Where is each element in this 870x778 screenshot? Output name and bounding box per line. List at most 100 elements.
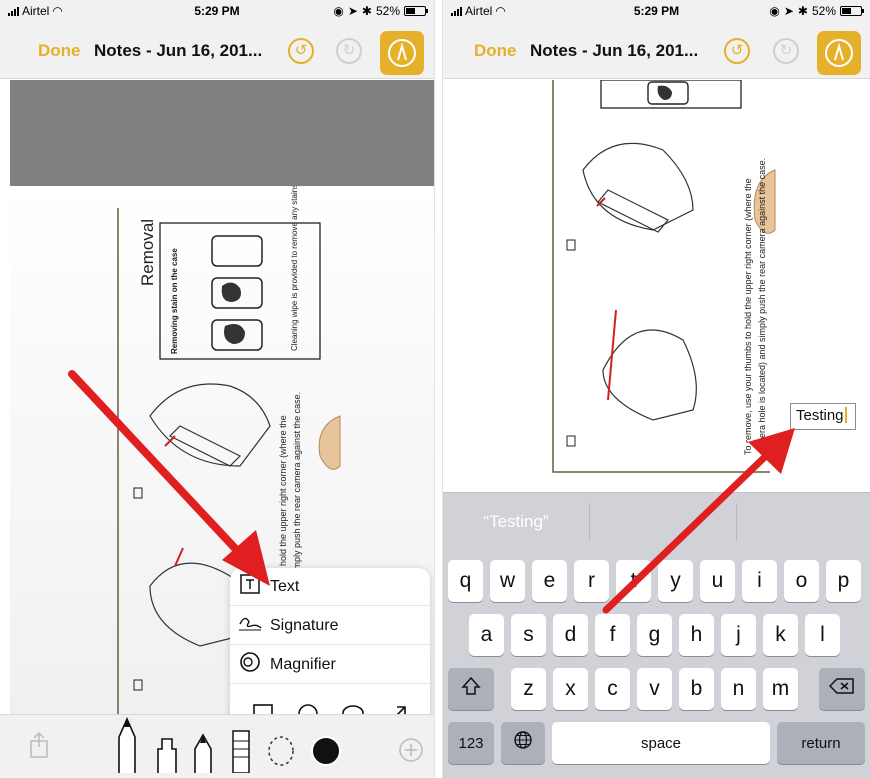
key-v[interactable]: v xyxy=(637,668,672,710)
text-caret xyxy=(844,407,847,423)
return-key[interactable]: return xyxy=(777,722,865,764)
bluetooth-icon: ✱ xyxy=(797,4,808,18)
key-d[interactable]: d xyxy=(553,614,588,656)
key-n[interactable]: n xyxy=(721,668,756,710)
key-a[interactable]: a xyxy=(469,614,504,656)
lasso-icon[interactable] xyxy=(266,735,296,772)
key-t[interactable]: t xyxy=(616,560,651,602)
key-h[interactable]: h xyxy=(679,614,714,656)
battery-icon xyxy=(404,6,428,16)
markup-toolbar xyxy=(0,714,434,778)
delete-key[interactable] xyxy=(819,668,865,710)
doc-instruction-line2: simply push the rear camera against the … xyxy=(292,391,302,576)
redo-icon[interactable]: ↻ xyxy=(336,38,362,64)
left-screenshot: Airtel ◠ 5:29 PM ◉ ➤ ✱ 52% Done Notes - … xyxy=(0,0,434,778)
navigation-bar: Done Notes - Jun 16, 201... ↺ ↻ xyxy=(443,22,870,79)
key-s[interactable]: s xyxy=(511,614,546,656)
shift-icon xyxy=(461,676,481,702)
page-gutter xyxy=(10,80,434,186)
key-j[interactable]: j xyxy=(721,614,756,656)
undo-icon[interactable]: ↺ xyxy=(724,38,750,64)
location-icon: ➤ xyxy=(347,4,358,18)
done-button[interactable]: Done xyxy=(38,41,81,61)
menu-item-magnifier[interactable]: Magnifier xyxy=(230,646,430,684)
status-bar: Airtel ◠ 5:29 PM ◉ ➤ ✱ 52% xyxy=(443,0,870,22)
bluetooth-icon: ✱ xyxy=(361,4,372,18)
share-icon[interactable] xyxy=(28,731,50,764)
markup-pen-icon xyxy=(825,39,853,67)
suggestion-empty-1[interactable] xyxy=(590,493,736,551)
numbers-key[interactable]: 123 xyxy=(448,722,494,764)
rotated-manual-page xyxy=(552,80,776,473)
right-screenshot: Airtel ◠ 5:29 PM ◉ ➤ ✱ 52% Done Notes - … xyxy=(443,0,870,778)
key-g[interactable]: g xyxy=(637,614,672,656)
shift-key[interactable] xyxy=(448,668,494,710)
text-box-icon xyxy=(230,573,270,600)
key-f[interactable]: f xyxy=(595,614,630,656)
key-c[interactable]: c xyxy=(595,668,630,710)
add-icon[interactable] xyxy=(398,737,424,768)
magnifier-icon xyxy=(230,650,270,679)
pen-icon[interactable] xyxy=(115,715,139,778)
note-title: Notes - Jun 16, 201... xyxy=(94,41,263,60)
status-bar: Airtel ◠ 5:29 PM ◉ ➤ ✱ 52% xyxy=(0,0,434,22)
undo-icon[interactable]: ↺ xyxy=(288,38,314,64)
redo-icon[interactable]: ↻ xyxy=(773,38,799,64)
document-canvas[interactable]: To remove, use your thumbs to hold the u… xyxy=(443,80,870,492)
battery-icon xyxy=(840,6,864,16)
text-annotation-value: Testing xyxy=(796,407,844,424)
doc-caption-title: Removing stain on the case xyxy=(170,248,179,354)
done-button[interactable]: Done xyxy=(474,41,517,61)
space-key[interactable]: space xyxy=(552,722,770,764)
key-r[interactable]: r xyxy=(574,560,609,602)
doc-instruction-line2: camera hole is located) and simply push … xyxy=(757,157,767,455)
divider xyxy=(434,0,443,778)
key-u[interactable]: u xyxy=(700,560,735,602)
globe-key[interactable] xyxy=(501,722,545,764)
signature-icon xyxy=(230,612,270,639)
suggestion-empty-2[interactable] xyxy=(737,493,870,551)
key-x[interactable]: x xyxy=(553,668,588,710)
key-l[interactable]: l xyxy=(805,614,840,656)
key-p[interactable]: p xyxy=(826,560,861,602)
battery-fill xyxy=(842,8,851,14)
markup-pen-icon xyxy=(388,39,416,67)
text-annotation-box[interactable]: Testing xyxy=(790,403,856,430)
menu-item-signature-label: Signature xyxy=(270,616,339,634)
menu-item-text-label: Text xyxy=(270,577,300,595)
battery-fill xyxy=(406,8,415,14)
location-icon: ➤ xyxy=(783,4,794,18)
markup-button[interactable] xyxy=(817,31,861,75)
key-y[interactable]: y xyxy=(658,560,693,602)
note-title: Notes - Jun 16, 201... xyxy=(530,41,699,60)
eraser-icon[interactable] xyxy=(231,729,251,778)
key-z[interactable]: z xyxy=(511,668,546,710)
key-m[interactable]: m xyxy=(763,668,798,710)
battery-percent: 52% xyxy=(375,4,400,18)
key-e[interactable]: e xyxy=(532,560,567,602)
doc-instruction-line1: to hold the upper right corner (where th… xyxy=(278,415,288,576)
key-o[interactable]: o xyxy=(784,560,819,602)
markup-button[interactable] xyxy=(380,31,424,75)
menu-item-text[interactable]: Text xyxy=(230,568,430,606)
key-k[interactable]: k xyxy=(763,614,798,656)
keyboard: q w e r t y u i o p a s d f g h j k l z … xyxy=(443,550,870,778)
menu-item-signature[interactable]: Signature xyxy=(230,607,430,645)
doc-heading: Removal xyxy=(138,218,157,286)
status-right: ◉ ➤ ✱ 52% xyxy=(333,4,428,18)
key-w[interactable]: w xyxy=(490,560,525,602)
globe-icon xyxy=(513,730,533,756)
color-black-icon[interactable] xyxy=(310,735,342,772)
orientation-lock-icon: ◉ xyxy=(333,4,344,18)
pencil-icon[interactable] xyxy=(192,733,214,778)
key-i[interactable]: i xyxy=(742,560,777,602)
doc-instruction-line1: To remove, use your thumbs to hold the u… xyxy=(743,178,753,455)
key-q[interactable]: q xyxy=(448,560,483,602)
suggestion-typed[interactable]: “Testing” xyxy=(443,493,589,551)
status-right: ◉ ➤ ✱ 52% xyxy=(769,4,864,18)
marker-icon[interactable] xyxy=(154,731,180,778)
navigation-bar: Done Notes - Jun 16, 201... ↺ ↻ xyxy=(0,22,434,79)
key-b[interactable]: b xyxy=(679,668,714,710)
battery-percent: 52% xyxy=(811,4,836,18)
menu-item-magnifier-label: Magnifier xyxy=(270,655,336,673)
